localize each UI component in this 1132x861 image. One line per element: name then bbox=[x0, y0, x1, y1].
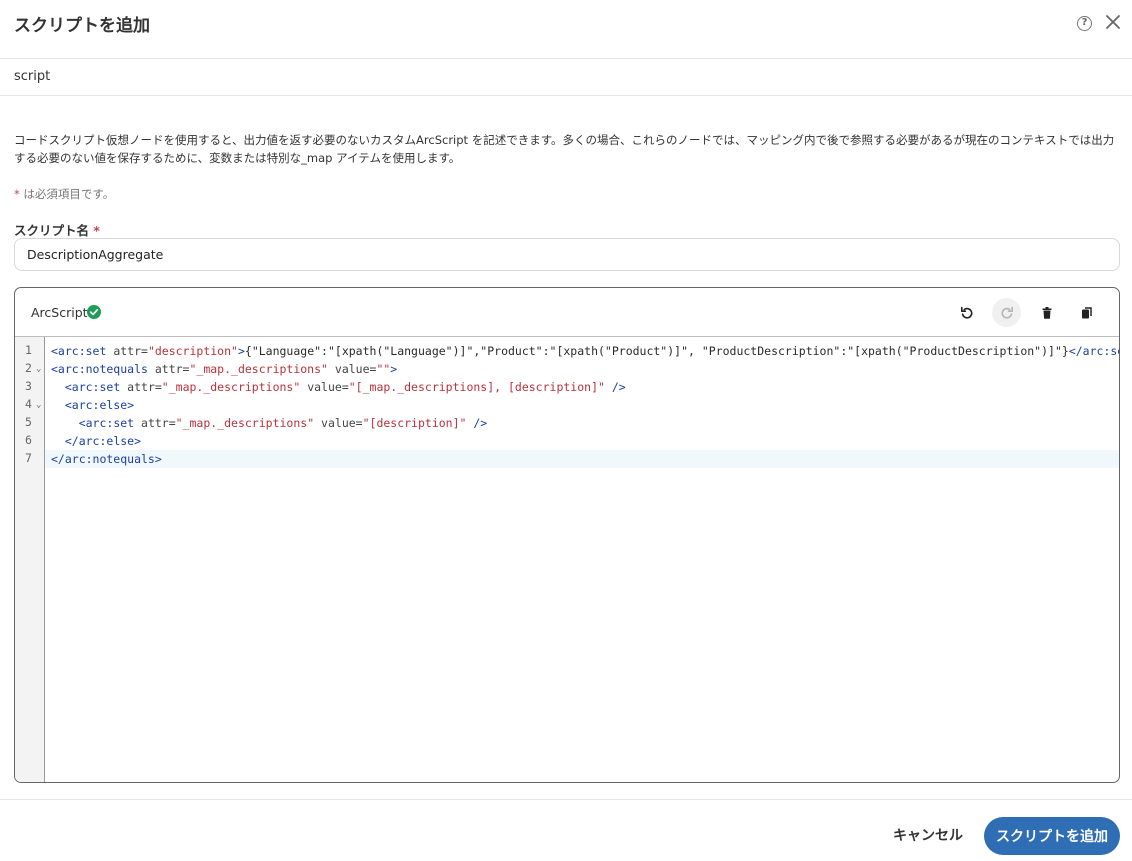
line-number: 3 bbox=[15, 378, 45, 396]
code-token: attr= bbox=[134, 416, 176, 430]
code-area[interactable]: <arc:set attr="description">{"Language":… bbox=[45, 337, 1119, 782]
code-token: </arc:notequals> bbox=[51, 452, 162, 466]
undo-button[interactable] bbox=[952, 298, 981, 327]
line-number-text: 2 bbox=[25, 361, 32, 375]
code-line: <arc:set attr="_map._descriptions" value… bbox=[51, 414, 488, 432]
code-token: /> bbox=[604, 380, 626, 394]
editor-title: ArcScript bbox=[31, 305, 88, 320]
code-line: <arc:notequals attr="_map._descriptions"… bbox=[51, 360, 397, 378]
undo-icon bbox=[960, 306, 972, 319]
arcscript-editor: ArcScript 1 2 ⌄ 3 4 ⌄ 5 6 7 <arc:set att… bbox=[14, 287, 1120, 783]
code-token: value= bbox=[327, 362, 377, 376]
required-star: * bbox=[93, 223, 100, 238]
code-token: attr= bbox=[147, 362, 190, 376]
code-token: attr= bbox=[106, 344, 148, 358]
code-line: </arc:notequals> bbox=[51, 450, 162, 468]
line-number-text: 5 bbox=[25, 415, 32, 429]
line-number: 7 bbox=[15, 450, 45, 468]
dialog-subtitle: script bbox=[14, 69, 51, 84]
dialog-header: スクリプトを追加 ? bbox=[0, 0, 1132, 46]
code-line: <arc:else> bbox=[51, 396, 134, 414]
dialog-title: スクリプトを追加 bbox=[14, 16, 150, 36]
script-name-input[interactable] bbox=[14, 238, 1120, 271]
help-circle-icon[interactable]: ? bbox=[1077, 16, 1092, 31]
code-token: value= bbox=[314, 416, 363, 430]
footer-divider bbox=[0, 799, 1132, 800]
header-divider bbox=[0, 58, 1132, 59]
code-token: </arc:set> bbox=[1068, 344, 1119, 358]
script-name-label-text: スクリプト名 bbox=[14, 223, 90, 238]
delete-button[interactable] bbox=[1032, 298, 1061, 327]
code-token: "description" bbox=[147, 344, 238, 358]
code-token: "[_map._descriptions], [description]" bbox=[348, 380, 605, 394]
code-token: "_map._descriptions" bbox=[161, 380, 301, 394]
code-token: <arc:notequals bbox=[51, 362, 148, 376]
copy-button[interactable] bbox=[1072, 298, 1101, 327]
code-token: "_map._descriptions" bbox=[175, 416, 315, 430]
required-note: * は必須項目です。 bbox=[14, 186, 114, 202]
redo-icon bbox=[1001, 306, 1013, 319]
line-number-text: 3 bbox=[25, 379, 32, 393]
code-token: > bbox=[237, 344, 245, 358]
redo-button[interactable] bbox=[992, 298, 1021, 327]
code-token: value= bbox=[300, 380, 349, 394]
line-number-text: 6 bbox=[25, 433, 32, 447]
active-line-highlight bbox=[45, 450, 1119, 468]
code-token: /> bbox=[466, 416, 488, 430]
code-token: attr= bbox=[120, 380, 162, 394]
code-token: <arc:set bbox=[51, 344, 107, 358]
code-line: <arc:set attr="description">{"Language":… bbox=[51, 342, 1119, 360]
code-token: <arc:else> bbox=[64, 398, 135, 412]
code-token: <arc:set bbox=[64, 380, 121, 394]
line-number-gutter: 1 2 ⌄ 3 4 ⌄ 5 6 7 bbox=[15, 337, 45, 782]
line-number-text: 1 bbox=[25, 343, 32, 357]
line-number: 6 bbox=[15, 432, 45, 450]
line-number: 4 ⌄ bbox=[15, 396, 45, 414]
dialog-description: コードスクリプト仮想ノードを使用すると、出力値を返す必要のないカスタムArcSc… bbox=[14, 133, 1115, 165]
close-icon[interactable] bbox=[1102, 11, 1124, 33]
fold-chevron-icon[interactable]: ⌄ bbox=[36, 364, 41, 374]
line-number-text: 7 bbox=[25, 451, 32, 465]
copy-icon bbox=[1081, 306, 1092, 318]
cancel-button[interactable]: キャンセル bbox=[884, 817, 972, 853]
code-token: </arc:else> bbox=[64, 434, 142, 448]
line-number: 2 ⌄ bbox=[15, 360, 45, 378]
subtitle-divider bbox=[0, 95, 1132, 96]
trash-icon bbox=[1042, 306, 1051, 319]
script-name-label: スクリプト名 * bbox=[14, 220, 100, 239]
check-circle-icon bbox=[87, 305, 101, 319]
fold-chevron-icon[interactable]: ⌄ bbox=[36, 400, 41, 410]
code-token: "_map._descriptions" bbox=[189, 362, 328, 376]
code-line: <arc:set attr="_map._descriptions" value… bbox=[51, 378, 626, 396]
add-script-button[interactable]: スクリプトを追加 bbox=[984, 817, 1120, 855]
code-token: {"Language":"[xpath("Language")]","Produ… bbox=[244, 344, 1069, 358]
line-number-text: 4 bbox=[25, 397, 32, 411]
code-token: <arc:set bbox=[78, 416, 135, 430]
required-note-text: は必須項目です。 bbox=[19, 187, 115, 201]
editor-toolbar: ArcScript bbox=[15, 288, 1119, 337]
code-token: > bbox=[390, 362, 398, 376]
code-token: "" bbox=[376, 362, 391, 376]
line-number: 5 bbox=[15, 414, 45, 432]
line-number: 1 bbox=[15, 342, 45, 360]
code-line: </arc:else> bbox=[51, 432, 141, 450]
code-token: "[description]" bbox=[362, 416, 467, 430]
